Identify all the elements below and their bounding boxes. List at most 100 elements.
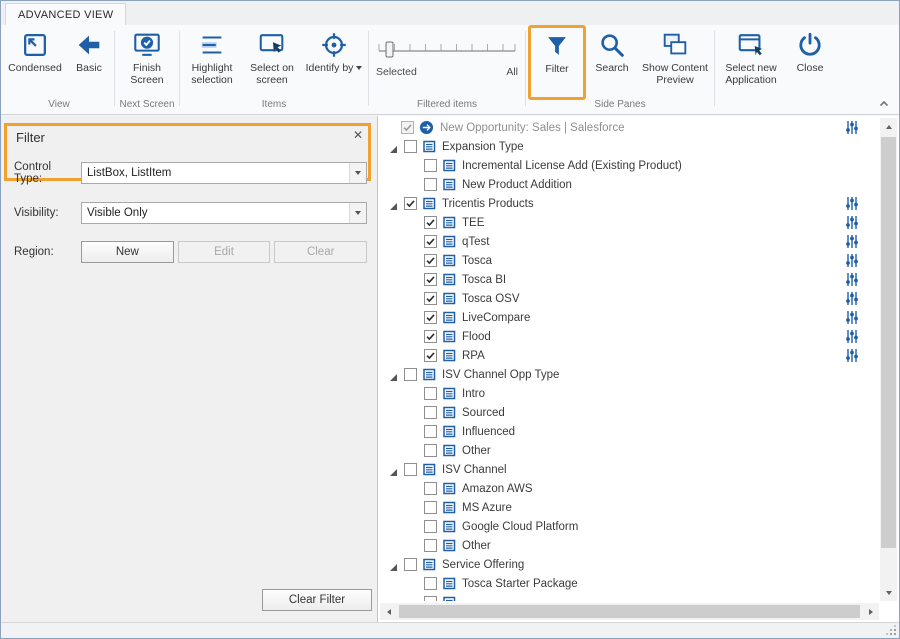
slider-thumb[interactable] — [386, 42, 393, 57]
region-edit-button[interactable]: Edit — [178, 241, 271, 263]
scroll-down-button[interactable] — [880, 584, 897, 601]
item-checkbox[interactable] — [404, 140, 417, 153]
tree-item-row[interactable]: RPA — [380, 346, 879, 365]
item-checkbox[interactable] — [424, 311, 437, 324]
item-checkbox[interactable] — [404, 558, 417, 571]
identify-by-button[interactable]: Identify by — [301, 27, 367, 99]
tree-item-row[interactable]: Amazon AWS — [380, 479, 879, 498]
tree-item-row[interactable]: Expansion Type — [380, 137, 879, 156]
item-checkbox[interactable] — [424, 444, 437, 457]
item-checkbox[interactable] — [424, 577, 437, 590]
tree-item-row[interactable]: Flood — [380, 327, 879, 346]
tree-item-row[interactable]: Tricentis Products — [380, 194, 879, 213]
item-checkbox[interactable] — [404, 368, 417, 381]
tree-item-row[interactable]: Intro — [380, 384, 879, 403]
item-checkbox[interactable] — [424, 330, 437, 343]
search-button[interactable]: Search — [587, 27, 637, 99]
tree-item-row[interactable]: Tosca OSV — [380, 289, 879, 308]
item-checkbox[interactable] — [424, 178, 437, 191]
basic-button[interactable]: Basic — [65, 27, 113, 99]
vertical-scrollbar[interactable] — [880, 118, 897, 601]
tree-item-row[interactable]: Tosca — [380, 251, 879, 270]
tree-item-row[interactable]: LiveCompare — [380, 308, 879, 327]
tree-item-row[interactable]: Other — [380, 536, 879, 555]
item-checkbox[interactable] — [404, 463, 417, 476]
tab-advanced-view[interactable]: ADVANCED VIEW — [5, 3, 126, 25]
scroll-left-button[interactable] — [380, 603, 397, 620]
control-type-combobox[interactable]: ListBox, ListItem — [81, 162, 367, 184]
expander-icon[interactable] — [387, 140, 400, 153]
item-checkbox[interactable] — [424, 254, 437, 267]
resize-grip[interactable] — [886, 625, 896, 635]
region-new-button[interactable]: New — [81, 241, 174, 263]
item-checkbox[interactable] — [424, 349, 437, 362]
tree-item-row[interactable]: Tosca BI — [380, 270, 879, 289]
item-checkbox[interactable] — [424, 273, 437, 286]
tree-item-row[interactable]: Other — [380, 441, 879, 460]
tree-root-row[interactable]: New Opportunity: Sales | Salesforce — [380, 118, 879, 137]
steering-filter-icon[interactable] — [845, 215, 859, 230]
horizontal-scroll-thumb[interactable] — [399, 605, 860, 618]
steering-filter-icon[interactable] — [845, 196, 859, 211]
horizontal-scrollbar[interactable] — [380, 603, 879, 620]
tree-item-row[interactable]: Tosca Starter Package — [380, 574, 879, 593]
item-checkbox[interactable] — [404, 197, 417, 210]
item-checkbox[interactable] — [424, 159, 437, 172]
item-checkbox[interactable] — [424, 387, 437, 400]
item-checkbox[interactable] — [424, 235, 437, 248]
item-checkbox[interactable] — [424, 539, 437, 552]
scroll-right-button[interactable] — [862, 603, 879, 620]
close-button[interactable]: Close — [786, 27, 834, 99]
item-checkbox[interactable] — [424, 406, 437, 419]
tree-item-row[interactable]: ISV Channel — [380, 460, 879, 479]
tree-item-row[interactable]: Service Offering — [380, 555, 879, 574]
expander-icon[interactable] — [387, 463, 400, 476]
slider-track[interactable] — [374, 35, 520, 59]
tree-item-row[interactable]: ISV Channel Opp Type — [380, 365, 879, 384]
collapse-ribbon-button[interactable] — [876, 97, 892, 111]
tree-item-row[interactable]: Sourced — [380, 403, 879, 422]
tree-item-row[interactable]: Incremental License Add (Existing Produc… — [380, 156, 879, 175]
tree-item-row[interactable]: TEE — [380, 213, 879, 232]
item-checkbox[interactable] — [424, 292, 437, 305]
scroll-up-button[interactable] — [880, 118, 897, 135]
region-clear-button[interactable]: Clear — [274, 241, 367, 263]
close-filter-pane-icon[interactable]: ✕ — [353, 128, 363, 142]
tree-item-row[interactable] — [380, 593, 879, 601]
item-checkbox[interactable] — [424, 501, 437, 514]
clear-filter-button[interactable]: Clear Filter — [262, 589, 372, 611]
steering-filter-icon[interactable] — [845, 348, 859, 363]
visibility-dropdown-button[interactable] — [349, 203, 366, 223]
select-new-application-button[interactable]: Select new Application — [716, 27, 786, 99]
expander-icon[interactable] — [387, 368, 400, 381]
steering-filter-icon[interactable] — [845, 329, 859, 344]
control-type-dropdown-button[interactable] — [349, 163, 366, 183]
tree-item-row[interactable]: New Product Addition — [380, 175, 879, 194]
tree-item-row[interactable]: MS Azure — [380, 498, 879, 517]
tree-item-row[interactable]: qTest — [380, 232, 879, 251]
steering-filter-icon[interactable] — [845, 291, 859, 306]
filtered-items-slider[interactable]: Selected All — [370, 27, 524, 78]
steering-filter-icon[interactable] — [845, 272, 859, 287]
vertical-scroll-thumb[interactable] — [881, 137, 896, 548]
steering-filter-icon[interactable] — [845, 234, 859, 249]
expander-icon[interactable] — [387, 558, 400, 571]
filter-pane-button[interactable]: Filter — [531, 28, 583, 95]
vertical-scroll-track[interactable] — [880, 135, 897, 584]
tree-item-row[interactable]: Google Cloud Platform — [380, 517, 879, 536]
visibility-combobox[interactable]: Visible Only — [81, 202, 367, 224]
expander-icon[interactable] — [387, 197, 400, 210]
steering-filter-icon[interactable] — [845, 253, 859, 268]
steering-filter-icon[interactable] — [845, 310, 859, 325]
item-checkbox[interactable] — [424, 216, 437, 229]
show-content-preview-button[interactable]: Show Content Preview — [637, 27, 713, 99]
item-checkbox[interactable] — [424, 596, 437, 601]
item-checkbox[interactable] — [424, 520, 437, 533]
highlight-selection-button[interactable]: Highlight selection — [181, 27, 243, 99]
finish-screen-button[interactable]: Finish Screen — [116, 27, 178, 99]
root-checkbox[interactable] — [401, 121, 414, 134]
condensed-button[interactable]: Condensed — [5, 27, 65, 99]
select-on-screen-button[interactable]: Select on screen — [243, 27, 301, 99]
item-checkbox[interactable] — [424, 482, 437, 495]
tree-item-row[interactable]: Influenced — [380, 422, 879, 441]
